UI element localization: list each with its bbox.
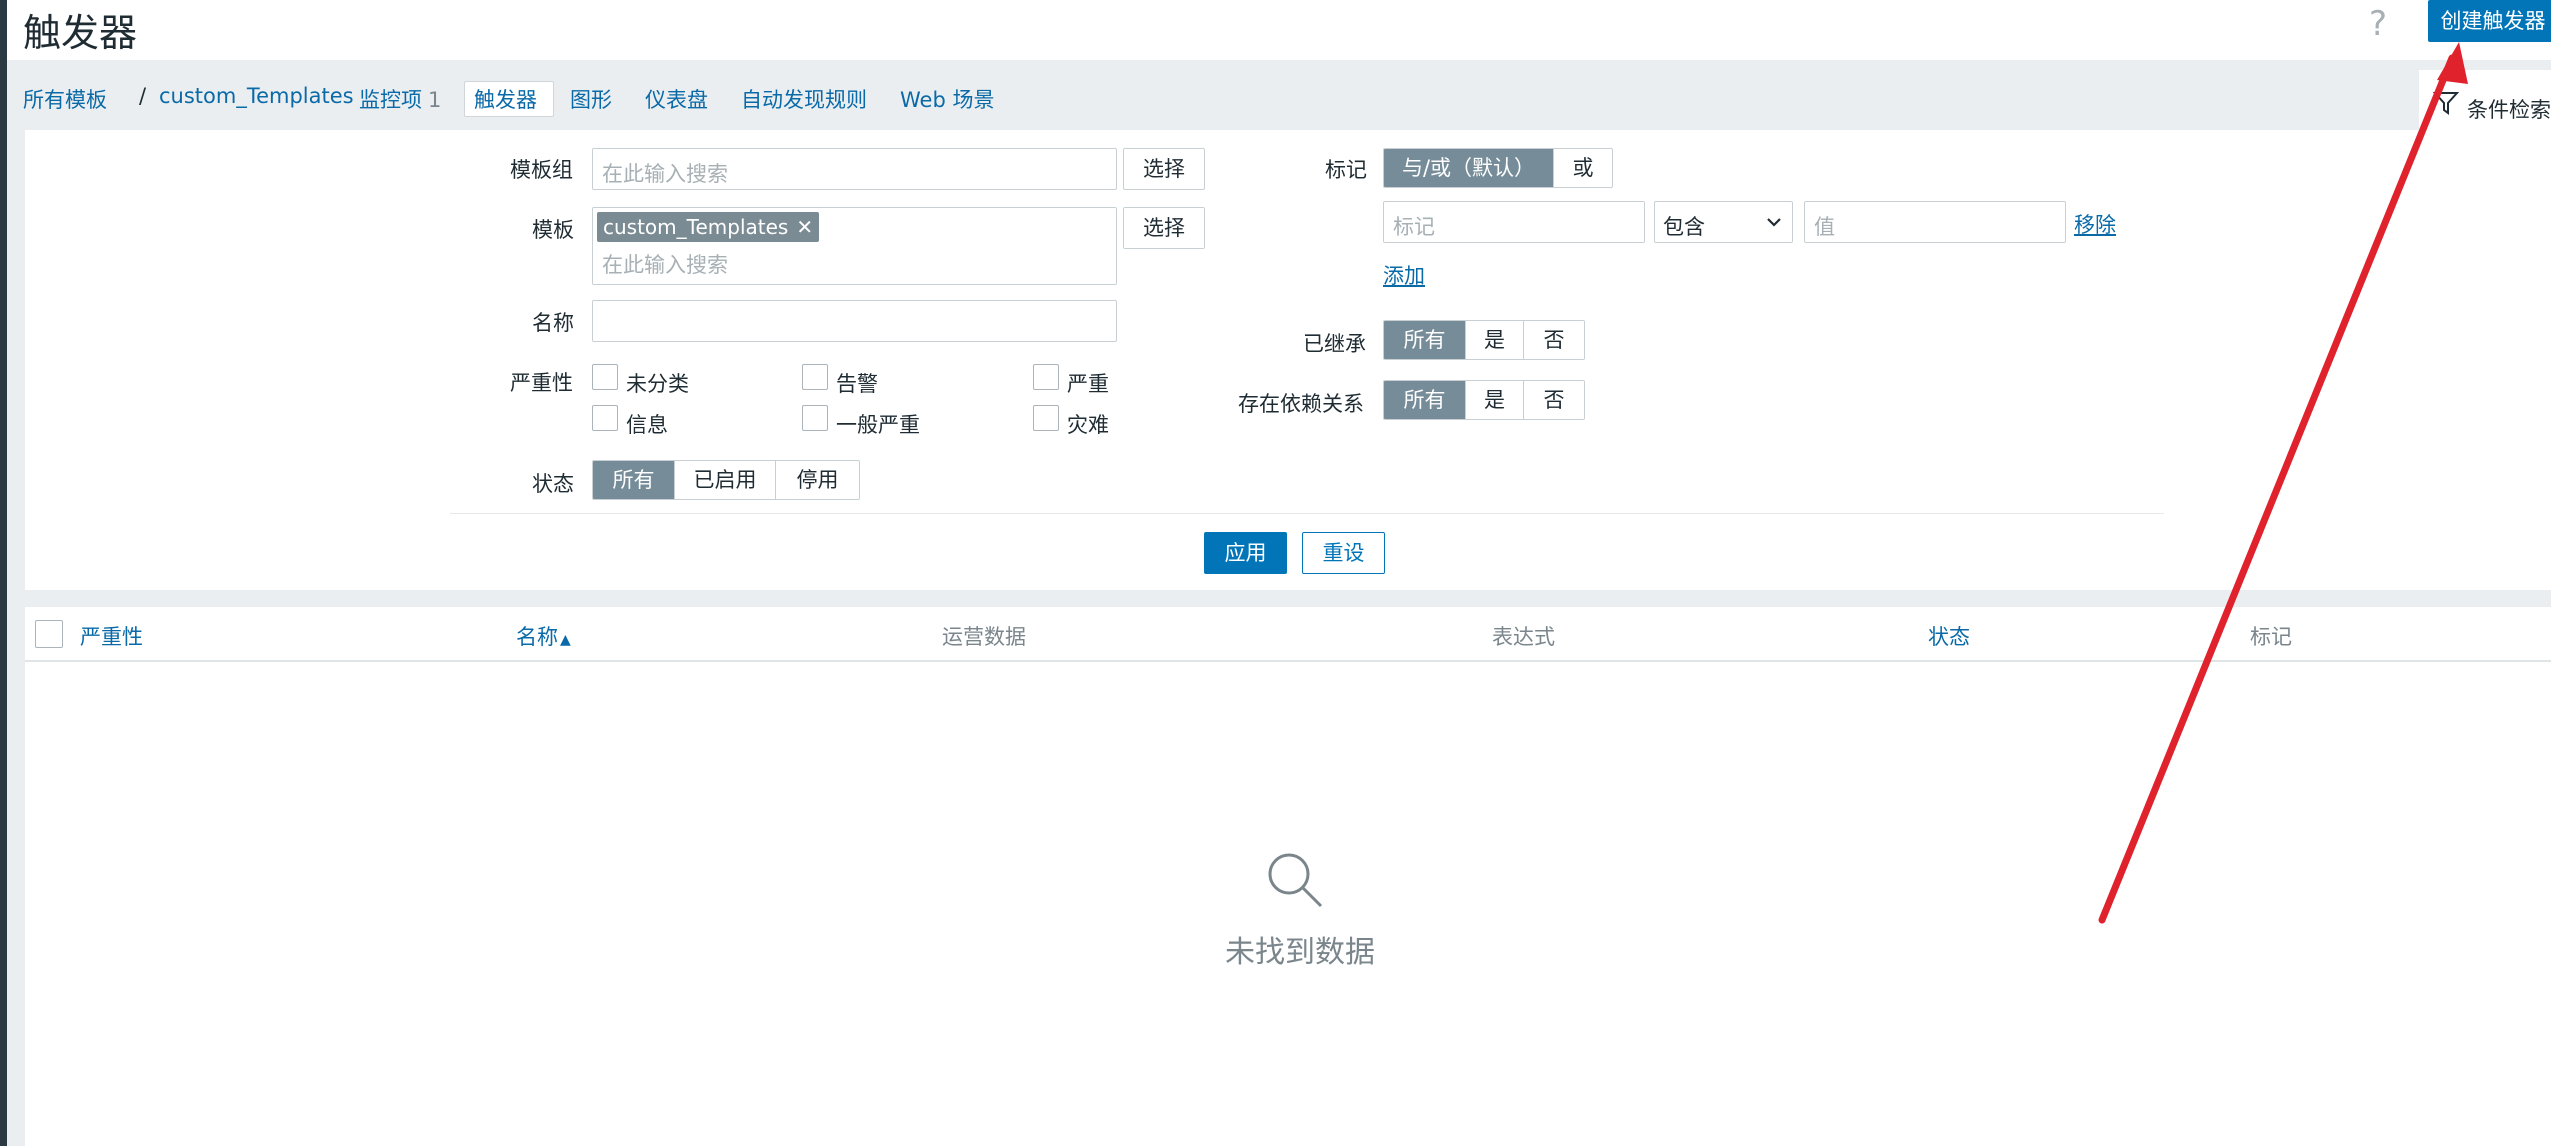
severity-checkbox-not-classified[interactable] [592, 364, 618, 390]
page-header: 触发器 ? 创建触发器 [7, 0, 2551, 60]
severity-checkbox-information[interactable] [592, 405, 618, 431]
template-placeholder: 在此输入搜索 [602, 253, 728, 277]
tag-operator-select[interactable]: 包含 [1654, 201, 1793, 243]
tab-discovery-rules[interactable]: 自动发现规则 [741, 84, 867, 114]
chip-remove-icon[interactable]: ✕ [796, 215, 813, 239]
inherited-option-all[interactable]: 所有 [1384, 321, 1466, 359]
severity-information-label: 信息 [626, 413, 668, 437]
column-name[interactable]: 名称 ▲ [516, 621, 571, 651]
template-chip: custom_Templates ✕ [597, 212, 820, 242]
tab-graphs[interactable]: 图形 [570, 84, 612, 114]
severity-average-label: 一般严重 [836, 413, 920, 437]
inherited-label: 已继承 [1303, 332, 1366, 356]
inherited-option-no[interactable]: 否 [1524, 321, 1584, 359]
template-label: 模板 [532, 218, 574, 242]
status-label: 状态 [532, 472, 574, 496]
empty-state-message: 未找到数据 [1225, 935, 1375, 970]
template-group-placeholder: 在此输入搜索 [602, 162, 728, 186]
template-group-input[interactable]: 在此输入搜索 [592, 148, 1117, 190]
breadcrumb-separator: / [139, 84, 147, 108]
page-title: 触发器 [23, 11, 138, 55]
sort-ascending-icon: ▲ [560, 632, 571, 648]
dependencies-label: 存在依赖关系 [1238, 392, 1364, 416]
tab-triggers[interactable]: 触发器 [474, 84, 537, 114]
template-select-button[interactable]: 选择 [1123, 207, 1205, 249]
filter-tab-label: 条件检索 [2467, 98, 2551, 122]
filter-divider [450, 513, 2164, 514]
column-operational-data: 运营数据 [942, 625, 1026, 649]
severity-checkbox-warning[interactable] [802, 364, 828, 390]
tab-items[interactable]: 监控项 1 [359, 84, 441, 114]
status-option-disabled[interactable]: 停用 [776, 461, 859, 499]
filter-panel: 模板组 在此输入搜索 选择 模板 custom_Templates ✕ 在此输入搜… [25, 130, 2551, 590]
severity-high-label: 严重 [1067, 372, 1109, 396]
tag-value-placeholder: 值 [1814, 215, 1835, 239]
dependencies-segmented-control: 所有 是 否 [1383, 380, 1585, 420]
dependencies-option-yes[interactable]: 是 [1466, 381, 1524, 419]
column-status[interactable]: 状态 [1928, 621, 1970, 651]
reset-button[interactable]: 重设 [1302, 532, 1385, 574]
severity-checkbox-disaster[interactable] [1033, 405, 1059, 431]
breadcrumb-all-templates[interactable]: 所有模板 [23, 84, 107, 114]
status-segmented-control: 所有 已启用 停用 [592, 460, 860, 500]
tags-mode-control: 与/或（默认） 或 [1383, 148, 1613, 188]
inherited-segmented-control: 所有 是 否 [1383, 320, 1585, 360]
help-icon[interactable]: ? [2369, 4, 2387, 44]
column-name-label: 名称 [516, 625, 558, 649]
column-expression: 表达式 [1492, 625, 1555, 649]
tag-value-input[interactable]: 值 [1804, 201, 2066, 243]
tags-mode-or[interactable]: 或 [1554, 149, 1612, 187]
tag-name-placeholder: 标记 [1393, 215, 1435, 239]
dependencies-option-no[interactable]: 否 [1524, 381, 1584, 419]
filter-toggle-tab[interactable]: 条件检索 [2419, 70, 2551, 130]
breadcrumb-template[interactable]: custom_Templates [159, 84, 354, 108]
inherited-option-yes[interactable]: 是 [1466, 321, 1524, 359]
triggers-table: 严重性 名称 ▲ 运营数据 表达式 状态 标记 未找到数据 [25, 607, 2551, 1146]
search-icon [1268, 853, 1323, 908]
select-all-checkbox[interactable] [35, 620, 63, 648]
tab-items-count: 1 [428, 88, 442, 112]
column-severity[interactable]: 严重性 [80, 621, 143, 651]
tags-mode-and-or[interactable]: 与/或（默认） [1384, 149, 1554, 187]
severity-disaster-label: 灾难 [1067, 413, 1109, 437]
tags-label: 标记 [1325, 158, 1367, 182]
template-group-label: 模板组 [510, 158, 573, 182]
tab-dashboards[interactable]: 仪表盘 [645, 84, 708, 114]
severity-checkbox-average[interactable] [802, 405, 828, 431]
template-multiselect[interactable]: custom_Templates ✕ 在此输入搜索 [592, 207, 1117, 285]
funnel-icon [2433, 92, 2459, 115]
template-navigation-bar: 所有模板 / custom_Templates 监控项 1 触发器 图形 仪表盘 … [7, 60, 2551, 130]
name-input[interactable] [592, 300, 1117, 342]
table-header: 严重性 名称 ▲ 运营数据 表达式 状态 标记 [25, 607, 2551, 662]
severity-checkbox-high[interactable] [1033, 364, 1059, 390]
severity-warning-label: 告警 [836, 372, 878, 396]
left-sidebar-edge [0, 0, 7, 1146]
dependencies-option-all[interactable]: 所有 [1384, 381, 1466, 419]
tab-items-label: 监控项 [359, 88, 422, 112]
template-group-select-button[interactable]: 选择 [1123, 148, 1205, 190]
severity-label: 严重性 [510, 371, 573, 395]
name-label: 名称 [532, 311, 574, 335]
template-chip-label: custom_Templates [603, 215, 789, 239]
tag-operator-value: 包含 [1663, 215, 1705, 239]
chevron-down-icon [1767, 218, 1781, 227]
status-option-enabled[interactable]: 已启用 [675, 461, 776, 499]
remove-tag-link[interactable]: 移除 [2074, 209, 2116, 239]
tag-name-input[interactable]: 标记 [1383, 201, 1645, 243]
add-tag-link[interactable]: 添加 [1383, 260, 1425, 290]
create-trigger-button[interactable]: 创建触发器 [2428, 0, 2551, 42]
severity-not-classified-label: 未分类 [626, 372, 689, 396]
status-option-all[interactable]: 所有 [593, 461, 675, 499]
column-tags: 标记 [2250, 625, 2292, 649]
tab-web-scenarios[interactable]: Web 场景 [900, 84, 994, 114]
apply-button[interactable]: 应用 [1204, 532, 1287, 574]
